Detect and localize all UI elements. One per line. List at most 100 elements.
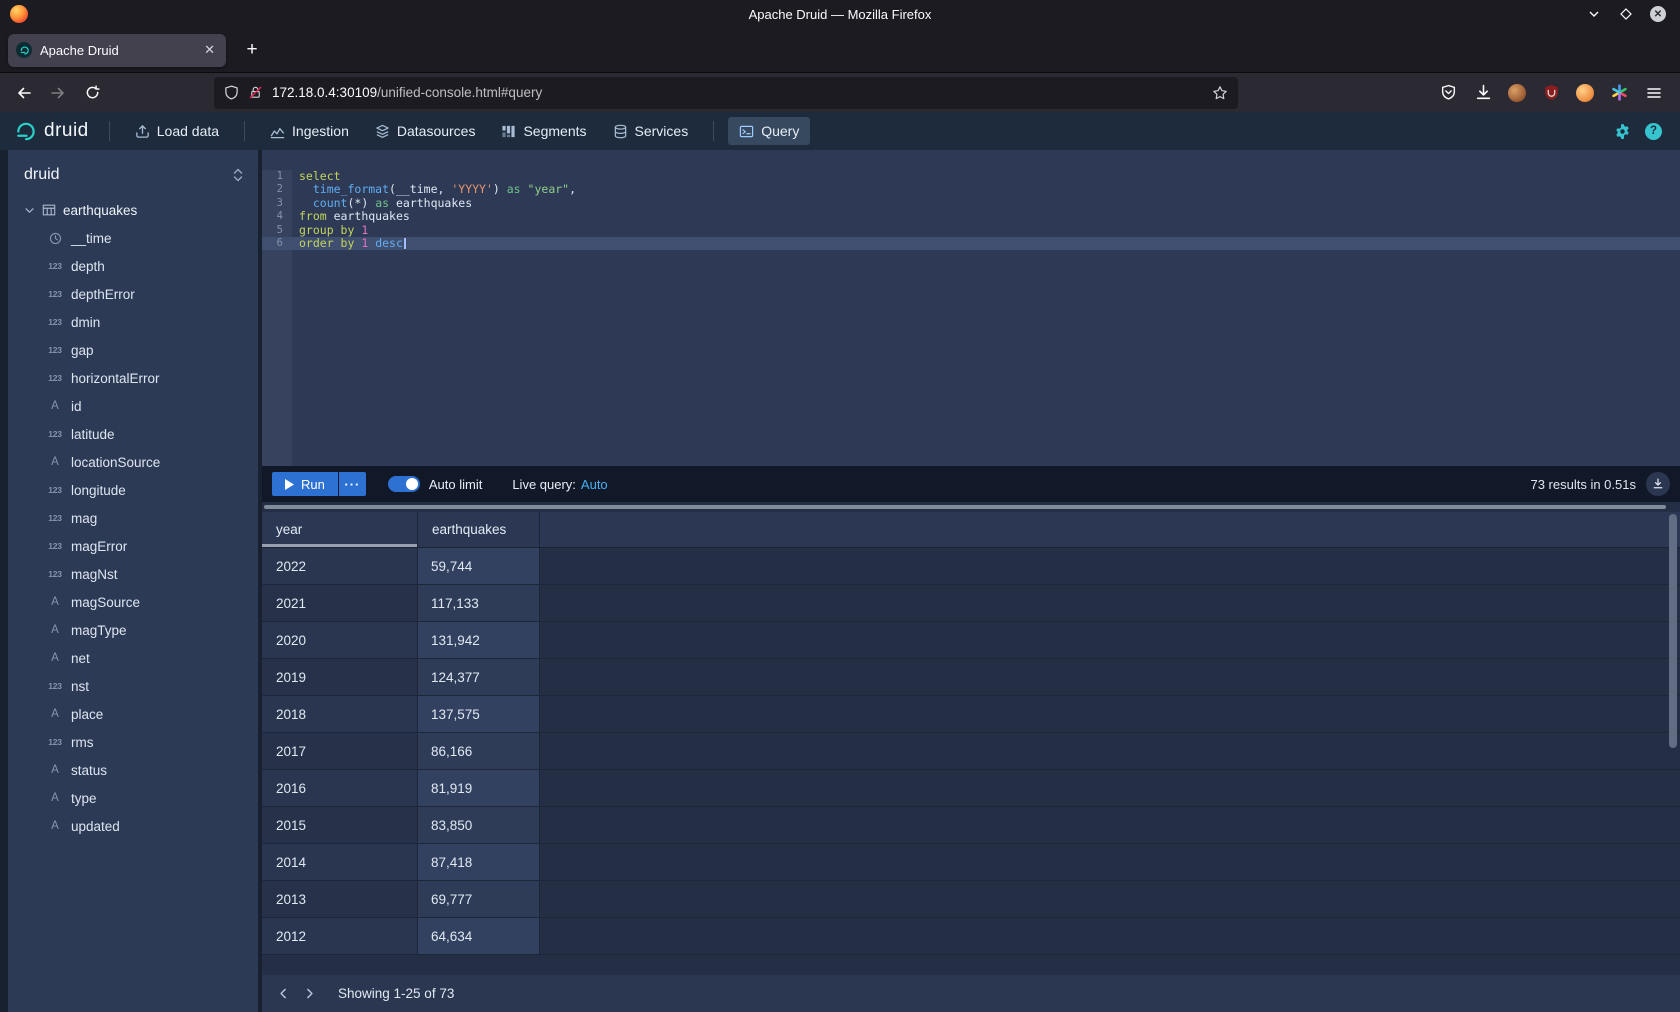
sidebar-column-depth[interactable]: 123depth	[8, 252, 258, 280]
druid-logo[interactable]: druid	[12, 120, 95, 143]
sidebar-column-id[interactable]: Aid	[8, 392, 258, 420]
nav-label: Services	[635, 123, 689, 139]
row-filler	[540, 548, 1680, 584]
new-tab-button[interactable]: +	[238, 36, 266, 64]
browser-tab-apache-druid[interactable]: Apache Druid ✕	[8, 34, 226, 67]
sidebar-column-depthError[interactable]: 123depthError	[8, 280, 258, 308]
earthquakes-cell[interactable]: 83,850	[418, 807, 540, 843]
sidebar-column-magSource[interactable]: AmagSource	[8, 588, 258, 616]
nav-services[interactable]: Services	[602, 117, 700, 145]
previous-page-icon[interactable]	[270, 981, 296, 1007]
sidebar-column-magType[interactable]: AmagType	[8, 616, 258, 644]
column-header-year[interactable]: year	[262, 512, 418, 547]
sidebar-column-status[interactable]: Astatus	[8, 756, 258, 784]
year-cell[interactable]: 2015	[262, 807, 418, 843]
year-cell[interactable]: 2020	[262, 622, 418, 658]
earthquakes-cell[interactable]: 81,919	[418, 770, 540, 806]
year-cell[interactable]: 2022	[262, 548, 418, 584]
tracking-protection-shield-icon[interactable]	[224, 85, 239, 100]
sidebar-column-dmin[interactable]: 123dmin	[8, 308, 258, 336]
earthquakes-cell[interactable]: 86,166	[418, 733, 540, 769]
year-cell[interactable]: 2014	[262, 844, 418, 880]
extension-avatar-icon[interactable]	[1508, 84, 1526, 102]
settings-gear-icon[interactable]	[1614, 123, 1631, 140]
horizontal-scrollbar[interactable]	[262, 502, 1680, 512]
earthquakes-cell[interactable]: 137,575	[418, 696, 540, 732]
sidebar-datasource-earthquakes[interactable]: earthquakes	[8, 196, 258, 224]
code-line[interactable]: order by 1 desc	[292, 237, 1680, 250]
nav-ingestion[interactable]: Ingestion	[259, 117, 360, 145]
sort-toggle-icon[interactable]	[232, 168, 244, 182]
code-line[interactable]: from earthquakes	[292, 210, 1680, 223]
year-cell[interactable]: 2012	[262, 918, 418, 954]
results-info: 73 results in 0.51s	[1530, 477, 1636, 492]
code-line[interactable]: select	[292, 170, 1680, 183]
back-button[interactable]	[10, 79, 38, 107]
nav-datasources[interactable]: Datasources	[364, 117, 487, 145]
sql-editor[interactable]: 123456 select time_format(__time, 'YYYY'…	[262, 150, 1680, 466]
earthquakes-cell[interactable]: 59,744	[418, 548, 540, 584]
earthquakes-cell[interactable]: 87,418	[418, 844, 540, 880]
code-line[interactable]: group by 1	[292, 224, 1680, 237]
window-minimize-icon[interactable]	[1586, 6, 1602, 22]
menu-icon[interactable]	[1644, 83, 1664, 103]
sidebar-column-gap[interactable]: 123gap	[8, 336, 258, 364]
ublock-origin-icon[interactable]	[1541, 83, 1561, 103]
downloads-icon[interactable]	[1473, 83, 1493, 103]
column-name: magNst	[71, 567, 118, 582]
insecure-lock-icon[interactable]	[248, 85, 263, 100]
year-cell[interactable]: 2021	[262, 585, 418, 621]
sidebar-column-magError[interactable]: 123magError	[8, 532, 258, 560]
forward-button[interactable]	[44, 79, 72, 107]
run-button[interactable]: Run	[272, 472, 338, 496]
sidebar-column-mag[interactable]: 123mag	[8, 504, 258, 532]
code-line[interactable]: time_format(__time, 'YYYY') as "year",	[292, 183, 1680, 196]
sidebar-column-net[interactable]: Anet	[8, 644, 258, 672]
sidebar-column-__time[interactable]: __time	[8, 224, 258, 252]
window-close-icon[interactable]: ✕	[1650, 6, 1666, 22]
column-header-earthquakes[interactable]: earthquakes	[418, 512, 540, 547]
editor-code[interactable]: select time_format(__time, 'YYYY') as "y…	[292, 170, 1680, 466]
earthquakes-cell[interactable]: 124,377	[418, 659, 540, 695]
earthquakes-cell[interactable]: 64,634	[418, 918, 540, 954]
auto-limit-toggle[interactable]	[388, 476, 420, 492]
earthquakes-cell[interactable]: 69,777	[418, 881, 540, 917]
sidebar-column-place[interactable]: Aplace	[8, 700, 258, 728]
sidebar-column-longitude[interactable]: 123longitude	[8, 476, 258, 504]
run-more-button[interactable]: ···	[339, 472, 366, 496]
horizontal-scrollbar-thumb[interactable]	[264, 505, 1666, 509]
reload-button[interactable]	[78, 79, 106, 107]
sidebar-column-horizontalError[interactable]: 123horizontalError	[8, 364, 258, 392]
help-icon[interactable]: ?	[1645, 123, 1662, 140]
sidebar-column-magNst[interactable]: 123magNst	[8, 560, 258, 588]
nav-segments[interactable]: Segments	[490, 117, 597, 145]
sidebar-column-nst[interactable]: 123nst	[8, 672, 258, 700]
sidebar-column-type[interactable]: Atype	[8, 784, 258, 812]
run-bar: Run ··· Auto limit Live query: Auto 73 r…	[262, 466, 1680, 502]
year-cell[interactable]: 2016	[262, 770, 418, 806]
window-maximize-icon[interactable]	[1618, 6, 1634, 22]
nav-query[interactable]: Query	[728, 117, 810, 145]
extension-pinwheel-icon[interactable]	[1609, 83, 1629, 103]
year-cell[interactable]: 2013	[262, 881, 418, 917]
url-bar[interactable]: 172.18.0.4:30109/unified-console.html#qu…	[214, 77, 1238, 109]
year-cell[interactable]: 2018	[262, 696, 418, 732]
live-query-value[interactable]: Auto	[581, 477, 608, 492]
nav-load-data[interactable]: Load data	[124, 117, 230, 145]
year-cell[interactable]: 2017	[262, 733, 418, 769]
earthquakes-cell[interactable]: 117,133	[418, 585, 540, 621]
sidebar-column-updated[interactable]: Aupdated	[8, 812, 258, 840]
bookmark-star-icon[interactable]	[1212, 85, 1228, 101]
year-cell[interactable]: 2019	[262, 659, 418, 695]
pocket-icon[interactable]	[1438, 83, 1458, 103]
code-line[interactable]: count(*) as earthquakes	[292, 197, 1680, 210]
earthquakes-cell[interactable]: 131,942	[418, 622, 540, 658]
account-avatar-icon[interactable]	[1576, 84, 1594, 102]
download-results-button[interactable]	[1646, 472, 1670, 496]
next-page-icon[interactable]	[296, 981, 322, 1007]
sidebar-column-rms[interactable]: 123rms	[8, 728, 258, 756]
sidebar-column-locationSource[interactable]: AlocationSource	[8, 448, 258, 476]
sidebar-column-latitude[interactable]: 123latitude	[8, 420, 258, 448]
tab-close-icon[interactable]: ✕	[201, 42, 218, 58]
vertical-scrollbar-thumb[interactable]	[1669, 514, 1677, 748]
